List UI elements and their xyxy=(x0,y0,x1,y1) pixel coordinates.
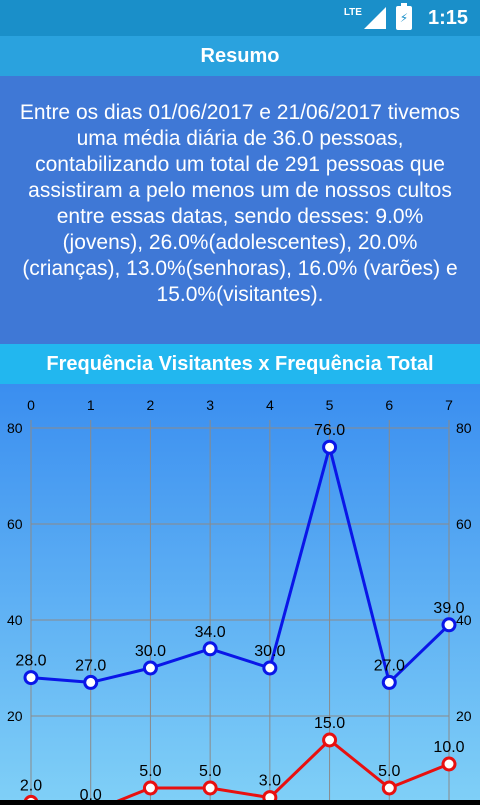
y-tick-label-left: 20 xyxy=(7,708,23,724)
network-type: LTE xyxy=(343,6,362,18)
data-label: 3.0 xyxy=(259,773,281,790)
x-tick-label: 3 xyxy=(206,397,214,413)
data-label: 27.0 xyxy=(75,657,106,674)
data-point xyxy=(142,660,158,676)
data-point xyxy=(322,439,338,455)
series-line xyxy=(30,441,451,686)
data-point xyxy=(83,674,99,690)
data-point xyxy=(322,732,338,748)
x-tick-label: 0 xyxy=(27,397,35,413)
data-point xyxy=(441,617,457,633)
data-label: 76.0 xyxy=(314,422,345,439)
status-bar: LTE ⚡ 1:15 xyxy=(0,0,480,36)
x-tick-label: 2 xyxy=(147,397,155,413)
data-label: 28.0 xyxy=(15,653,46,670)
battery-charging-icon: ⚡ xyxy=(395,3,412,30)
data-label: 5.0 xyxy=(199,763,221,780)
y-tick-label-left: 40 xyxy=(7,612,23,628)
data-point xyxy=(441,756,457,772)
data-point xyxy=(23,670,39,686)
x-tick-label: 6 xyxy=(385,397,393,413)
y-tick-label-left: 60 xyxy=(7,516,23,532)
x-tick-label: 4 xyxy=(266,397,274,413)
data-label: 30.0 xyxy=(135,643,166,660)
data-point xyxy=(262,790,278,805)
signal-icon xyxy=(363,7,386,29)
data-point xyxy=(381,780,397,796)
x-tick-label: 1 xyxy=(87,397,95,413)
chart-grid xyxy=(30,420,450,800)
data-label: 15.0 xyxy=(314,715,345,732)
chart-series: 28.0 27.0 30.0 34.0 30.0 76.0 27.0 39.0 2.0 0.0 5.… xyxy=(15,422,465,805)
series-0: 28.0 27.0 30.0 34.0 30.0 76.0 27.0 39.0 xyxy=(15,422,465,690)
data-label: 30.0 xyxy=(254,643,285,660)
x-tick-label: 5 xyxy=(326,397,334,413)
status-icons: LTE ⚡ 1:15 xyxy=(344,0,468,36)
y-tick-label-right: 20 xyxy=(456,708,472,724)
chart-title: Frequência Visitantes x Frequência Total xyxy=(0,344,480,384)
data-point xyxy=(262,660,278,676)
summary-text: Entre os dias 01/06/2017 e 21/06/2017 ti… xyxy=(0,76,480,344)
data-label: 5.0 xyxy=(139,763,161,780)
summary-header: Resumo xyxy=(0,36,480,76)
y-tick-label-left: 80 xyxy=(7,420,23,436)
clock: 1:15 xyxy=(427,6,468,29)
data-label: 2.0 xyxy=(20,777,42,794)
line-chart: 01234567 20 2040 4060 6080 80 28.0 27.030.034… xyxy=(7,397,472,805)
data-point xyxy=(202,641,218,657)
y-axis-tick-labels: 20 2040 4060 6080 80 xyxy=(7,420,472,724)
series-1: 2.0 0.0 5.0 5.0 3.0 15.0 5.0 10.0 xyxy=(20,715,465,805)
chart-area: 01234567 20 20 40 40 60 60 80 80 28.0 27.0 30.0 34… xyxy=(0,384,480,805)
data-label: 0.0 xyxy=(80,787,102,800)
y-tick-label-right: 80 xyxy=(456,420,472,436)
data-point xyxy=(202,780,218,796)
data-point xyxy=(381,674,397,690)
data-label: 27.0 xyxy=(374,657,405,674)
data-label: 10.0 xyxy=(433,739,464,756)
data-label: 39.0 xyxy=(433,600,464,617)
x-tick-label: 7 xyxy=(445,397,453,413)
data-label: 34.0 xyxy=(195,624,226,641)
data-point xyxy=(142,780,158,796)
y-tick-label-right: 60 xyxy=(456,516,472,532)
x-axis-tick-labels: 0 1 2 3 4 5 6 7 xyxy=(27,397,453,413)
data-label: 5.0 xyxy=(378,763,400,780)
data-point xyxy=(23,794,39,805)
